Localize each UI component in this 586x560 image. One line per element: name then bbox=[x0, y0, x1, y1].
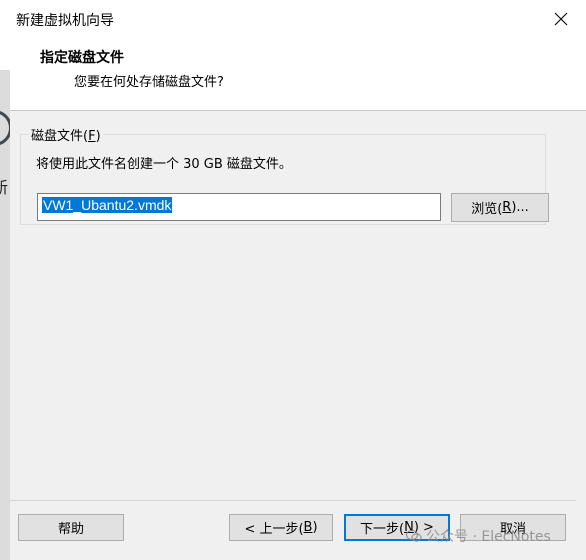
wechat-icon bbox=[406, 529, 422, 542]
window-title: 新建虚拟机向导 bbox=[16, 13, 114, 29]
disk-file-path-input[interactable]: VW1_Ubantu2.vmdk bbox=[37, 193, 441, 221]
browse-button[interactable]: 浏览(R)... bbox=[451, 193, 549, 222]
background-window-edge: 新 bbox=[0, 70, 12, 560]
watermark: 公众号 · ElecNotes bbox=[406, 526, 551, 546]
back-button[interactable]: < 上一步(B) bbox=[229, 514, 333, 541]
close-button[interactable] bbox=[546, 4, 576, 34]
page-subtitle: 您要在何处存储磁盘文件? bbox=[74, 75, 224, 90]
watermark-text: 公众号 · ElecNotes bbox=[426, 529, 551, 545]
page-title: 指定磁盘文件 bbox=[40, 50, 124, 66]
wizard-header: 指定磁盘文件 您要在何处存储磁盘文件? bbox=[0, 38, 586, 111]
disk-file-path-value: VW1_Ubantu2.vmdk bbox=[42, 197, 173, 213]
footer-divider bbox=[10, 500, 576, 501]
background-partial-text: 新 bbox=[0, 178, 9, 197]
disk-file-group-label: 磁盘文件(F) bbox=[31, 129, 101, 144]
title-bar: 新建虚拟机向导 bbox=[0, 0, 586, 38]
disk-file-description: 将使用此文件名创建一个 30 GB 磁盘文件。 bbox=[36, 157, 292, 172]
close-icon bbox=[554, 12, 568, 26]
content-panel: 磁盘文件(F) 将使用此文件名创建一个 30 GB 磁盘文件。 VW1_Uban… bbox=[10, 111, 576, 500]
help-button[interactable]: 帮助 bbox=[18, 514, 124, 541]
